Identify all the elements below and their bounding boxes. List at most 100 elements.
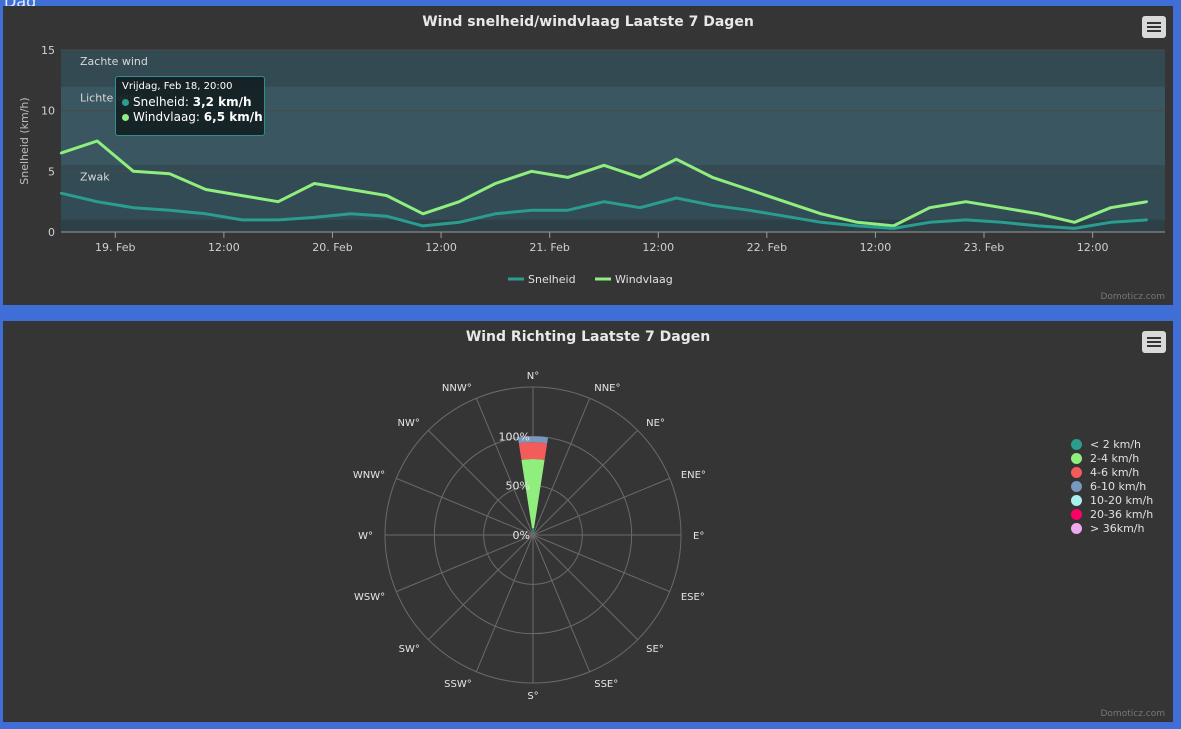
- direction-label: W°: [358, 531, 373, 542]
- x-tick-label: 21. Feb: [529, 241, 569, 254]
- legend-label: < 2 km/h: [1090, 437, 1141, 451]
- data-point-windvlaag: [566, 176, 569, 179]
- x-tick-label: 12:00: [860, 241, 892, 254]
- wind-speed-chart-panel: Wind snelheid/windvlaag Laatste 7 Dagen …: [3, 6, 1173, 305]
- legend-item[interactable]: 10-20 km/h: [1071, 493, 1153, 507]
- data-point-windvlaag: [1037, 212, 1040, 215]
- angular-gridline: [427, 534, 534, 641]
- x-tick-label: 12:00: [425, 241, 457, 254]
- x-tick-label: 23. Feb: [964, 241, 1004, 254]
- data-point-windvlaag: [204, 188, 207, 191]
- direction-label: S°: [527, 691, 538, 702]
- legend-label-snelheid: Snelheid: [528, 273, 576, 286]
- data-point-snelheid: [602, 200, 606, 203]
- data-point-windvlaag: [964, 200, 968, 203]
- x-tick-label: 22. Feb: [747, 241, 787, 254]
- tooltip-gust-dot: [122, 114, 129, 121]
- x-tick-label: 12:00: [208, 241, 240, 254]
- data-point-snelheid: [276, 218, 280, 222]
- legend-dot: [1071, 480, 1082, 492]
- data-point-windvlaag: [530, 170, 533, 173]
- direction-label: N°: [527, 371, 539, 382]
- legend-item[interactable]: < 2 km/h: [1071, 437, 1153, 451]
- data-point-windvlaag: [457, 200, 461, 203]
- x-tick-label: 12:00: [1077, 241, 1109, 254]
- data-point-windvlaag: [132, 170, 135, 173]
- legend-label: 4-6 km/h: [1090, 465, 1140, 479]
- tooltip-header: Vrijdag, Feb 18, 20:00: [122, 81, 233, 92]
- data-point-snelheid: [385, 215, 388, 218]
- data-point-windvlaag: [747, 188, 750, 191]
- direction-label: NW°: [397, 418, 419, 429]
- data-point-snelheid: [95, 200, 99, 203]
- data-point-snelheid: [457, 221, 461, 224]
- data-point-snelheid: [819, 221, 823, 224]
- data-point-snelheid: [1073, 227, 1076, 230]
- angular-gridline: [532, 534, 639, 641]
- data-point-snelheid: [313, 216, 316, 219]
- x-tick-label: 19. Feb: [95, 241, 135, 254]
- direction-label: NE°: [646, 418, 665, 429]
- tooltip-gust-label: Windvlaag: [133, 110, 196, 124]
- angular-gridline: [532, 534, 591, 672]
- data-point-snelheid: [783, 215, 787, 218]
- direction-label: ENE°: [681, 470, 706, 481]
- data-point-snelheid: [675, 196, 678, 200]
- plot-band-label: Zachte wind: [80, 55, 148, 68]
- direction-label: SW°: [399, 644, 420, 655]
- legend-dot: [1071, 452, 1082, 464]
- legend-item[interactable]: 6-10 km/h: [1071, 479, 1153, 493]
- chart-tooltip: Vrijdag, Feb 18, 20:00 Snelheid: 3,2 km/…: [115, 76, 265, 136]
- wind-rose-svg: N° NNE° NE° ENE° E° ESE° SE° SSE° S° SSW° SW° WSW° W…: [353, 371, 706, 702]
- tooltip-gust-value: 6,5 km/h: [203, 110, 263, 124]
- tooltip-row-speed: Snelheid: 3,2 km/h: [122, 95, 258, 110]
- legend-item[interactable]: 4-6 km/h: [1071, 465, 1153, 479]
- data-point-snelheid: [892, 227, 895, 230]
- data-point-windvlaag: [240, 194, 244, 197]
- data-point-windvlaag: [313, 182, 316, 185]
- direction-label: SSW°: [444, 679, 472, 690]
- data-point-snelheid: [711, 204, 714, 207]
- legend-dot: [1071, 508, 1082, 520]
- direction-label: SE°: [646, 644, 664, 655]
- legend-dot: [1071, 494, 1082, 506]
- data-point-snelheid: [349, 212, 352, 215]
- data-point-snelheid: [1145, 218, 1149, 222]
- wind-rose-bar-n: [521, 459, 545, 529]
- data-point-snelheid: [240, 218, 244, 222]
- data-point-windvlaag: [856, 221, 859, 224]
- direction-label: NNW°: [442, 383, 472, 394]
- data-point-snelheid: [421, 224, 425, 228]
- y-tick-label: 15: [41, 44, 55, 57]
- data-point-snelheid: [204, 212, 207, 215]
- data-point-snelheid: [928, 221, 931, 224]
- x-tick-label: 20. Feb: [312, 241, 352, 254]
- legend-label-windvlaag: Windvlaag: [615, 273, 673, 286]
- radial-tick-label: 100%: [499, 430, 530, 443]
- credit-link[interactable]: Domoticz.com: [1101, 292, 1166, 302]
- legend-item[interactable]: 2-4 km/h: [1071, 451, 1153, 465]
- legend-item[interactable]: 20-36 km/h: [1071, 507, 1153, 521]
- angular-gridline: [532, 477, 670, 536]
- legend-item[interactable]: > 36km/h: [1071, 521, 1153, 535]
- data-point-snelheid: [494, 212, 497, 215]
- data-point-snelheid: [566, 208, 569, 212]
- legend-dot: [1071, 522, 1082, 534]
- data-point-snelheid: [638, 206, 642, 209]
- tooltip-speed-value: 3,2 km/h: [192, 95, 252, 109]
- data-point-windvlaag: [168, 172, 171, 175]
- y-tick-label: 5: [48, 165, 55, 178]
- data-point-windvlaag: [1145, 200, 1149, 203]
- data-point-snelheid: [168, 208, 171, 212]
- wind-direction-chart-panel: Wind Richting Laatste 7 Dagen N° NNE° NE° E…: [3, 321, 1173, 722]
- line-chart-svg: ZwakLichte windZachte wind05101519. Feb 1…: [18, 44, 1165, 286]
- angular-gridline: [396, 534, 534, 593]
- y-tick-label: 10: [41, 105, 55, 118]
- credit-link[interactable]: Domoticz.com: [1101, 709, 1166, 719]
- direction-label: E°: [693, 531, 704, 542]
- data-point-windvlaag: [602, 164, 606, 167]
- data-point-windvlaag: [711, 176, 714, 179]
- legend-dot: [1071, 438, 1082, 450]
- data-point-snelheid: [856, 224, 859, 228]
- data-point-windvlaag: [276, 200, 280, 203]
